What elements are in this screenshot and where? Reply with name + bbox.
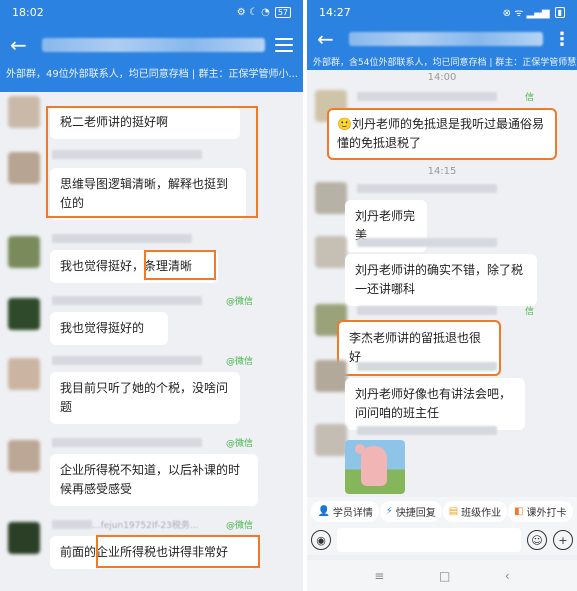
quick-actions-bar: 👤 学员详情 ⚡ 快捷回复 ▤ 班级作业 ◧ 课外打卡 [307,497,577,525]
battery-icon: 57 [274,6,291,18]
timestamp: 14:00 [427,72,457,83]
group-subtitle: 外部群，49位外部联系人，均已同意存档 | 群主：正保学管师小... [6,69,298,80]
sender-name-blurred [52,150,202,159]
wechat-tag: @微信 [226,439,254,449]
back-icon[interactable]: ‹ [505,569,510,583]
status-time: 14:27 [319,5,351,19]
flash-icon: ⚡ [385,505,393,517]
message-list[interactable]: 税二老师讲的挺好啊 思维导图逻辑清晰，解释也挺到位的 我也觉得挺好，条理清晰 @… [0,92,303,591]
wechat-tag: @微信 [226,297,254,307]
quick-action-label: 学员详情 [332,507,373,519]
sender-name-blurred [357,184,497,193]
message-bubble[interactable]: 前面的企业所得税也讲得非常好 [50,536,258,569]
message-bubble[interactable]: 思维导图逻辑清晰，解释也挺到位的 [50,168,246,220]
sender-name-blurred [357,362,497,371]
sender-name-blurred [52,520,92,529]
sender-name-blurred [52,356,202,365]
sender-name-blurred [357,306,497,315]
system-nav-bar: ≡ □ ‹ [307,560,577,591]
right-phone-screen: 14:27 ⊗ ᯤ ▂▄▆ ▮ ← ⋮ 外部群，含54位外部联系人，均已同意存档… [307,0,577,591]
avatar[interactable] [8,236,40,268]
more-options-icon[interactable]: ⋮ [553,29,571,50]
chat-title-blurred [42,38,265,52]
message-bubble[interactable]: 刘丹老师讲的确实不错，除了税一还讲哪科 [345,254,537,306]
avatar[interactable] [315,424,347,456]
sender-name-blurred [52,296,202,305]
emoji-icon[interactable]: ☺ [527,530,547,550]
wechat-tag: 信 [525,93,535,103]
message-bubble[interactable]: 我目前只听了她的个税，没啥问题 [50,372,240,424]
quick-reply-button[interactable]: ⚡ 快捷回复 [379,500,442,522]
plus-icon[interactable]: + [553,530,573,550]
status-bar: 14:27 ⊗ ᯤ ▂▄▆ ▮ [307,0,577,24]
wechat-tag: 信 [525,307,535,317]
message-bubble[interactable]: 企业所得税不知道，以后补课的时候再感受感受 [50,454,258,506]
avatar[interactable] [315,182,347,214]
home-icon[interactable]: □ [439,569,450,583]
status-icons: ⊗ ᯤ ▂▄▆ ▮ [503,5,565,19]
message-input[interactable] [337,528,521,552]
back-arrow-icon[interactable]: ← [10,35,32,55]
status-bar: 18:02 ⚙ ☾ ◔ 57 [0,0,303,24]
sender-name-blurred [52,234,192,243]
checkin-icon: ◧ [514,505,524,517]
avatar[interactable] [8,440,40,472]
status-time: 18:02 [12,5,44,19]
recent-apps-icon[interactable]: ≡ [374,569,384,583]
status-glyphs: ⊗ ᯤ ▂▄▆ [502,8,550,19]
class-homework-button[interactable]: ▤ 班级作业 [442,500,508,522]
avatar[interactable] [8,522,40,554]
quick-action-label: 班级作业 [461,507,502,519]
avatar[interactable] [315,236,347,268]
voice-icon[interactable]: ◉ [311,530,331,550]
quick-action-label: 课外打卡 [526,507,567,519]
back-arrow-icon[interactable]: ← [317,29,339,49]
wechat-tag: @微信 [226,521,254,531]
battery-icon: ▮ [554,6,565,18]
sender-name-blurred [357,92,497,101]
sender-name-blurred [52,438,202,447]
avatar[interactable] [8,152,40,184]
chat-title-blurred [349,32,543,46]
left-phone-screen: 18:02 ⚙ ☾ ◔ 57 ← 外部群，49位外部联系人，均已同意存档 | 群… [0,0,303,591]
message-bubble[interactable]: 我也觉得挺好的 [50,312,168,345]
homework-icon: ▤ [448,505,459,517]
image-message-thumbnail[interactable] [345,440,405,494]
message-bubble[interactable]: 我也觉得挺好，条理清晰 [50,250,218,283]
avatar[interactable] [8,358,40,390]
avatar[interactable] [8,298,40,330]
student-details-button[interactable]: 👤 学员详情 [311,500,379,522]
checkin-button[interactable]: ◧ 课外打卡 [508,500,573,522]
wechat-tag: @微信 [226,357,254,367]
message-bubble[interactable]: 税二老师讲的挺好啊 [50,106,240,139]
quick-action-label: 快捷回复 [395,507,436,519]
chat-header: 14:27 ⊗ ᯤ ▂▄▆ ▮ ← ⋮ 外部群，含54位外部联系人，均已同意存档… [307,0,577,70]
message-bubble[interactable]: 刘丹老师好像也有讲法会吧，问问咱的班主任 [345,378,525,430]
user-icon: 👤 [317,505,330,517]
message-input-row: ◉ ☺ + [307,525,577,555]
status-icons: ⚙ ☾ ◔ 57 [236,6,291,18]
chat-header: 18:02 ⚙ ☾ ◔ 57 ← 外部群，49位外部联系人，均已同意存档 | 群… [0,0,303,92]
sender-name-blurred [357,238,497,247]
timestamp: 14:15 [427,166,457,177]
sender-name-fragment: ...fejun19752If-23税务... [92,521,199,531]
avatar[interactable] [8,96,40,128]
status-glyphs: ⚙ ☾ ◔ [236,6,270,18]
avatar[interactable] [315,360,347,392]
message-bubble[interactable]: 🙂刘丹老师的免抵退是我听过最通俗易懂的免抵退税了 [327,108,557,160]
sender-name-blurred [357,426,497,435]
chat-settings-icon[interactable] [275,38,293,52]
